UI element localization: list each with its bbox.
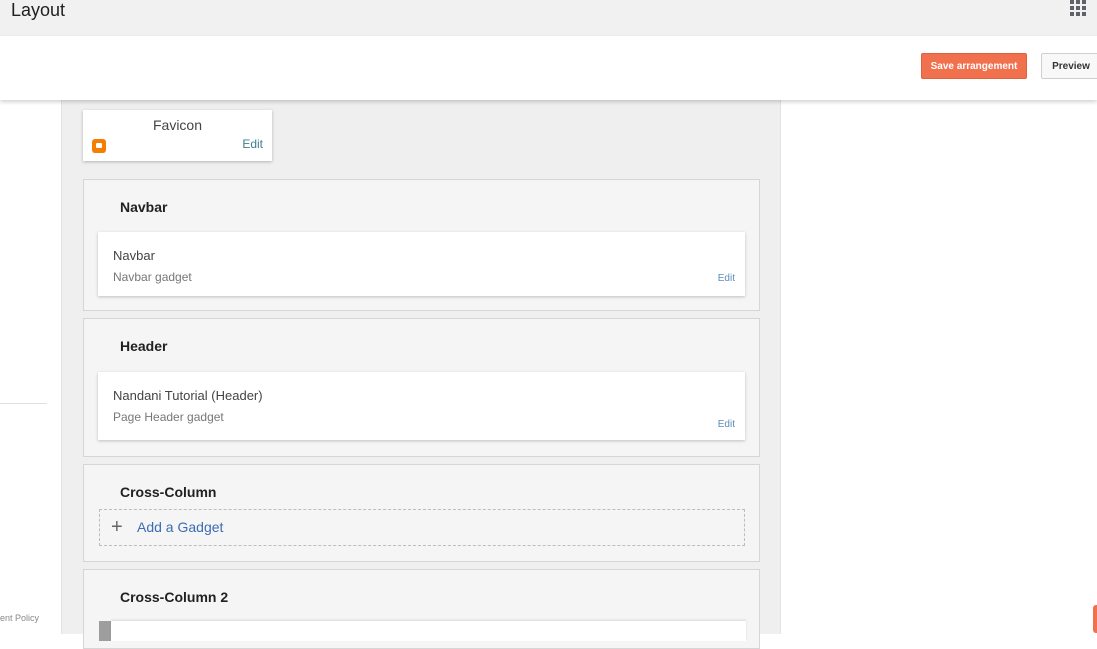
page-title: Layout xyxy=(11,0,66,20)
navbar-edit-link[interactable]: Edit xyxy=(718,273,735,284)
add-gadget-button[interactable]: + Add a Gadget xyxy=(99,509,745,546)
favicon-gadget: Favicon Edit xyxy=(83,110,272,161)
drag-handle[interactable] xyxy=(99,621,111,641)
action-bar: Save arrangement Preview xyxy=(0,36,1097,100)
favicon-edit-link[interactable]: Edit xyxy=(242,137,263,151)
save-arrangement-button[interactable]: Save arrangement xyxy=(921,53,1027,79)
gadget-title: Nandani Tutorial (Header) xyxy=(113,388,263,403)
preview-button[interactable]: Preview xyxy=(1041,53,1097,79)
sidebar-divider xyxy=(0,403,47,404)
top-bar: Layout xyxy=(0,0,1097,36)
favicon-title: Favicon xyxy=(152,117,203,133)
navbar-gadget[interactable]: Navbar Navbar gadget Edit xyxy=(98,232,745,296)
section-title: Navbar xyxy=(120,199,168,215)
gadget-title: Navbar xyxy=(113,248,155,263)
apps-grid-icon[interactable] xyxy=(1070,0,1086,16)
section-title: Header xyxy=(120,338,168,354)
section-title: Cross-Column xyxy=(120,484,217,500)
section-cross-column: Cross-Column + Add a Gadget xyxy=(83,464,760,562)
section-navbar: Navbar Navbar Navbar gadget Edit xyxy=(83,179,760,311)
gadget-card[interactable] xyxy=(111,621,746,641)
content-policy-link[interactable]: ent Policy xyxy=(0,613,40,623)
section-header: Header Nandani Tutorial (Header) Page He… xyxy=(83,318,760,457)
plus-icon: + xyxy=(111,516,123,538)
blogger-icon xyxy=(92,139,106,153)
section-cross-column-2: Cross-Column 2 xyxy=(83,569,760,649)
feedback-tab[interactable] xyxy=(1093,605,1097,633)
header-edit-link[interactable]: Edit xyxy=(718,419,735,430)
section-title: Cross-Column 2 xyxy=(120,589,229,605)
add-gadget-label: Add a Gadget xyxy=(137,519,224,535)
header-gadget[interactable]: Nandani Tutorial (Header) Page Header ga… xyxy=(98,372,745,440)
gadget-subtitle: Page Header gadget xyxy=(113,410,224,424)
gadget-subtitle: Navbar gadget xyxy=(113,270,192,284)
